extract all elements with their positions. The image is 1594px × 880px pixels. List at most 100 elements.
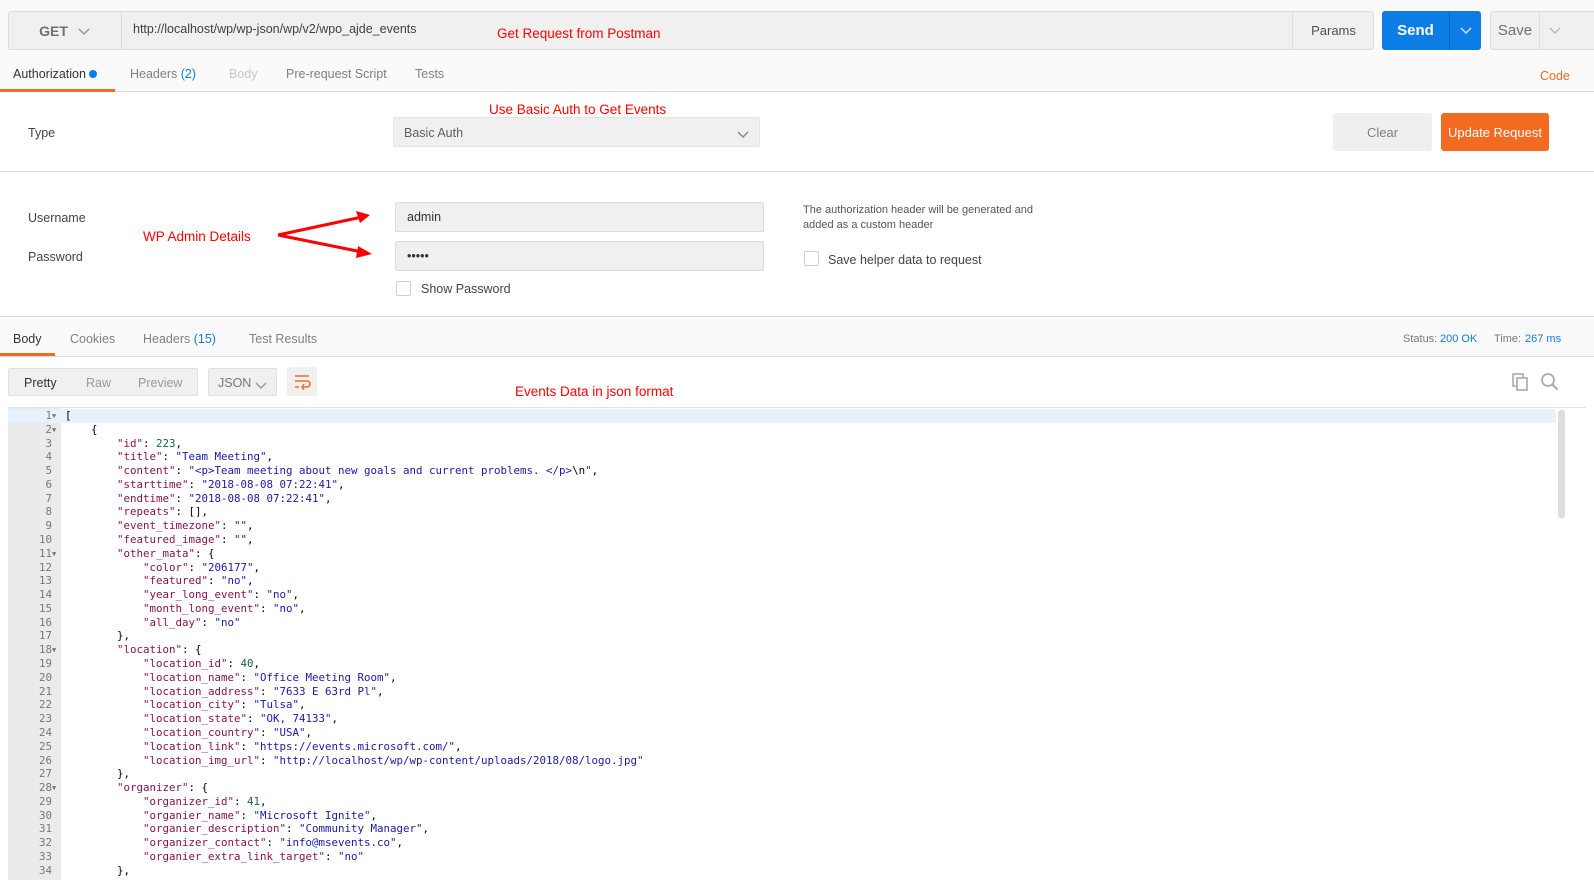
code-line: 25 "location_link": "https://events.micro… [8, 740, 1556, 754]
json-number: 41 [247, 794, 261, 808]
fold-toggle-icon[interactable]: ▼ [52, 547, 60, 561]
json-punctuation: , [299, 698, 306, 712]
username-input[interactable]: admin [395, 202, 764, 232]
code-text: "organizer_id": 41, [143, 795, 267, 809]
json-punctuation: , [299, 601, 306, 615]
auth-type-select[interactable]: Basic Auth [393, 117, 760, 147]
url-input[interactable]: http://localhost/wp/wp-json/wp/v2/wpo_aj… [133, 22, 417, 36]
method-select[interactable]: GET [8, 11, 122, 50]
scrollbar[interactable] [1558, 410, 1565, 518]
line-number: 33 [38, 849, 52, 863]
annotation-get-request: Get Request from Postman [497, 26, 661, 41]
json-punctuation: , [455, 739, 462, 753]
save-label: Save [1497, 22, 1533, 39]
json-punctuation: : [260, 725, 274, 739]
code-line: 19 "location_id": 40, [8, 657, 1556, 671]
json-punctuation: : [240, 670, 254, 684]
json-key: "location" [117, 643, 183, 657]
code-text: "organier_extra_link_target": "no" [143, 850, 364, 864]
json-punctuation: [ [65, 409, 72, 422]
wrap-lines-button[interactable] [287, 367, 317, 396]
code-text: "organier_description": "Community Manag… [143, 822, 429, 836]
fold-toggle-icon[interactable]: ▼ [52, 643, 60, 657]
json-string: "206177" [201, 560, 254, 574]
params-button[interactable]: Params [1292, 11, 1374, 50]
json-punctuation: , [253, 657, 261, 671]
code-link[interactable]: Code [1540, 69, 1570, 83]
mode-pretty[interactable]: Pretty [24, 376, 57, 390]
json-key: "endtime" [117, 491, 176, 505]
json-punctuation: : [162, 450, 176, 464]
tab-cookies[interactable]: Cookies [70, 332, 115, 346]
tab-test-results[interactable]: Test Results [249, 332, 317, 346]
response-body-editor[interactable]: 1 ▼[2 ▼{3 "id": 223, 4 "title": "Team Meeting… [8, 407, 1586, 880]
tab-response-body[interactable]: Body [13, 332, 42, 346]
show-password-checkbox[interactable] [396, 281, 411, 296]
password-input[interactable]: ••••• [395, 241, 764, 271]
json-punctuation: : [240, 739, 254, 753]
helper-note: The authorization header will be generat… [803, 204, 1033, 231]
tab-tests[interactable]: Tests [415, 67, 444, 81]
line-number: 21 [38, 684, 52, 698]
show-password-label: Show Password [421, 282, 511, 296]
code-line: 10 "featured_image": "", [8, 533, 1556, 547]
format-select[interactable]: JSON [208, 368, 277, 396]
json-punctuation: : [247, 712, 261, 726]
chevron-down-icon [255, 379, 267, 393]
save-dropdown-chevron-icon[interactable] [1539, 12, 1569, 49]
mode-preview[interactable]: Preview [138, 376, 182, 390]
json-string: "<p>Team meeting about new goals and cur… [188, 464, 573, 478]
tab-pre-request-script[interactable]: Pre-request Script [286, 67, 387, 81]
code-line: 24 "location_country": "USA", [8, 726, 1556, 740]
json-punctuation: : [253, 588, 267, 602]
json-punctuation: , [247, 574, 254, 588]
fold-toggle-icon[interactable]: ▼ [52, 423, 60, 437]
code-line: 14 "year_long_event": "no", [8, 588, 1556, 602]
fold-toggle-icon[interactable]: ▼ [52, 409, 60, 423]
code-text: "color": "206177", [143, 561, 260, 575]
code-text: "location_state": "OK, 74133", [143, 712, 338, 726]
json-punctuation: : [188, 560, 202, 574]
tab-response-headers[interactable]: Headers (15) [143, 332, 216, 346]
code-line: 7 "endtime": "2018-08-08 07:22:41", [8, 492, 1556, 506]
send-dropdown-chevron-icon[interactable] [1449, 11, 1481, 50]
tab-label: Authorization [13, 67, 86, 81]
active-tab-indicator [0, 353, 55, 356]
line-number: 2 [45, 422, 52, 436]
tab-headers[interactable]: Headers (2) [130, 67, 196, 81]
json-number: 223 [156, 436, 176, 450]
code-line: 33 "organier_extra_link_target": "no" [8, 850, 1556, 864]
line-number: 30 [38, 808, 52, 822]
code-text: "location_country": "USA", [143, 726, 312, 740]
code-text: "repeats": [], [117, 505, 208, 519]
save-button[interactable]: Save [1490, 11, 1594, 50]
json-punctuation: : [266, 836, 280, 850]
clear-button[interactable]: Clear [1333, 113, 1432, 151]
json-string: "OK, 74133" [260, 712, 332, 726]
line-number: 28 [38, 781, 52, 795]
search-icon[interactable] [1540, 372, 1560, 392]
code-text: "starttime": "2018-08-08 07:22:41", [117, 478, 345, 492]
code-line: 4 "title": "Team Meeting", [8, 450, 1556, 464]
tab-authorization[interactable]: Authorization [13, 67, 98, 81]
update-request-button[interactable]: Update Request [1441, 113, 1549, 151]
json-key: "location_city" [143, 698, 241, 712]
code-line: 1 ▼ [ [8, 409, 1556, 423]
line-number: 31 [38, 822, 52, 836]
fold-toggle-icon[interactable]: ▼ [52, 781, 60, 795]
mode-raw[interactable]: Raw [86, 376, 111, 390]
json-punctuation: : [221, 533, 235, 547]
tab-body[interactable]: Body [229, 67, 258, 81]
json-punctuation: }, [117, 629, 131, 643]
send-button[interactable]: Send [1382, 11, 1481, 50]
json-string: "Community Manager" [299, 822, 423, 836]
code-line: 31 "organier_description": "Community Man… [8, 822, 1556, 836]
json-string: "2018-08-08 07:22:41" [188, 491, 326, 505]
tab-count: (15) [193, 332, 216, 346]
divider [0, 171, 1594, 172]
annotation-wp-admin: WP Admin Details [143, 229, 251, 244]
copy-icon[interactable] [1511, 372, 1531, 392]
json-string: "" [234, 519, 248, 533]
json-punctuation: , [591, 464, 599, 478]
save-helper-checkbox[interactable] [804, 251, 819, 266]
